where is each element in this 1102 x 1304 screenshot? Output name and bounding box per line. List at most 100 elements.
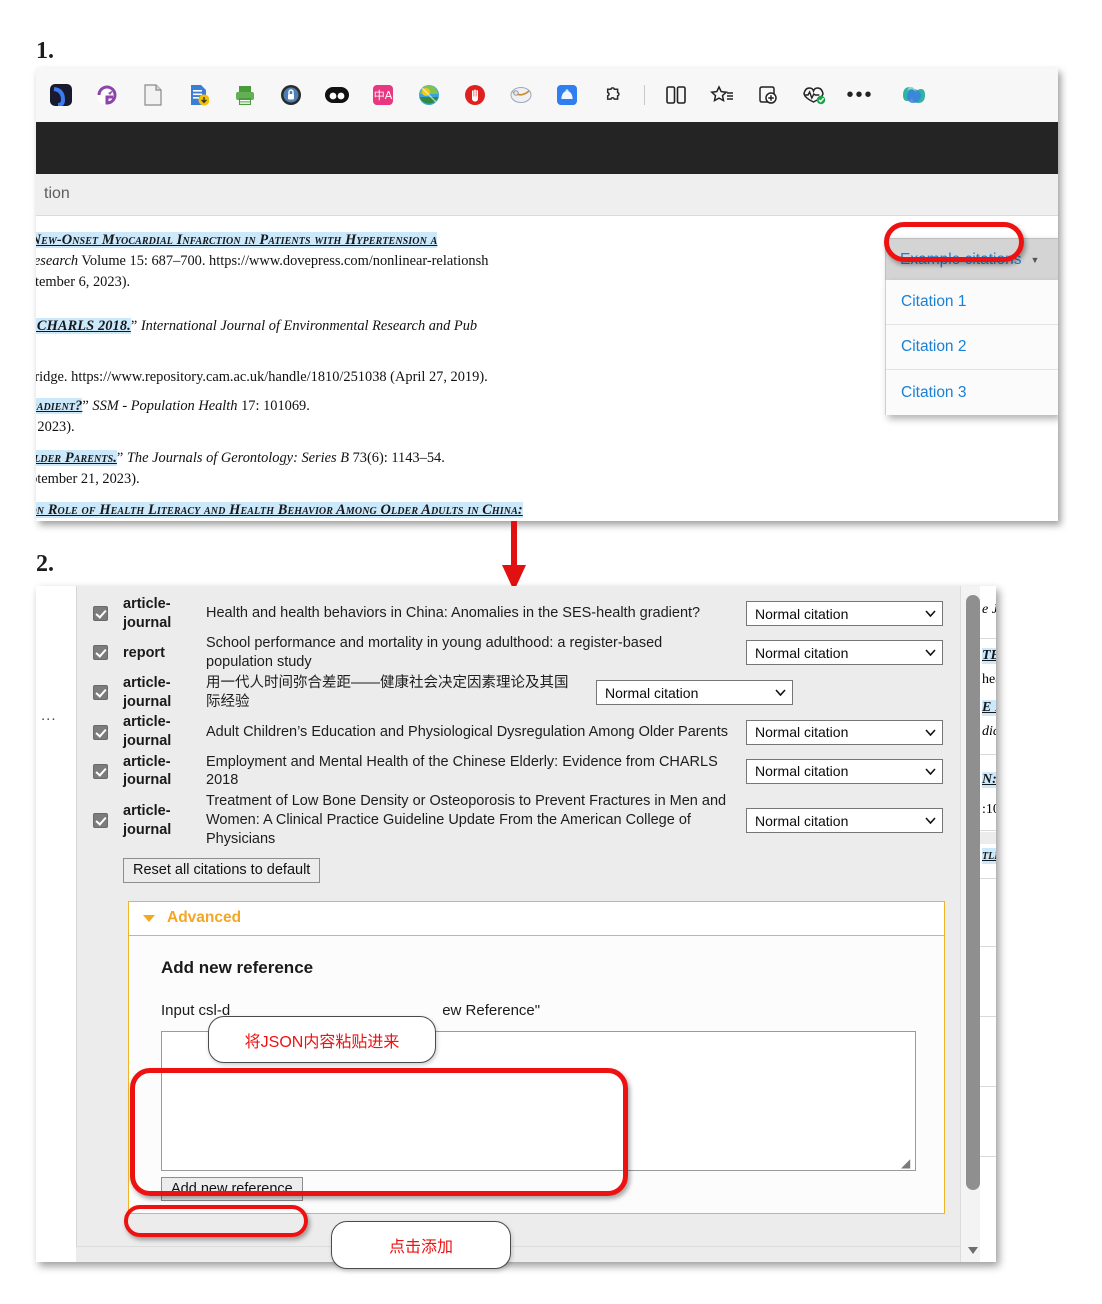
extension-blue-icon[interactable] xyxy=(38,75,84,115)
citation-title: Adult Children’s Education and Physiolog… xyxy=(206,723,729,740)
csl-input-hint-right: ew Reference" xyxy=(442,1001,541,1019)
reference-title[interactable]: hina: Anomalies in the SES-Health Gradie… xyxy=(36,398,83,414)
scrollbar-thumb[interactable] xyxy=(966,595,980,1190)
chevron-down-icon xyxy=(925,728,936,736)
chevron-down-icon xyxy=(925,768,936,775)
table-row: article-journal Employment and Mental He… xyxy=(77,752,960,792)
citation-mode-value: Normal citation xyxy=(605,684,699,701)
citation-checkbox[interactable] xyxy=(92,685,108,701)
advanced-header[interactable]: Advanced xyxy=(129,901,944,936)
citation-mode-cell: Normal citation xyxy=(746,640,960,666)
extensions-puzzle-icon[interactable] xyxy=(590,75,636,115)
print-green-icon[interactable] xyxy=(222,75,268,115)
doc-fragment: tle (va xyxy=(982,848,996,864)
citation-checkbox[interactable] xyxy=(92,645,108,661)
citation-checkbox[interactable] xyxy=(92,724,108,740)
document-download-icon[interactable] xyxy=(176,75,222,115)
citation-mode-select[interactable]: Normal citation xyxy=(746,719,943,745)
collections-add-icon[interactable] xyxy=(745,75,791,115)
split-screen-icon[interactable] xyxy=(653,75,699,115)
advanced-body: Add new reference Input csl-d ew Referenc… xyxy=(129,935,944,1213)
resize-grip-icon[interactable]: ◢ xyxy=(901,1157,913,1169)
table-row: report School performance and mortality … xyxy=(77,633,960,673)
reference-line2: ontology/article/73/6/1143/3746257 (Sept… xyxy=(36,470,140,487)
reference-title[interactable]: f the Chinese Elderly: Evidence from CHA… xyxy=(36,318,131,334)
citation-title: Health and health behaviors in China: An… xyxy=(206,605,701,622)
screenshot-root: 1. 2. 中A ••• tion New-Onset Myocardial I… xyxy=(0,0,1102,1304)
step-label-2: 2. xyxy=(36,551,54,577)
window-left-gutter: ... xyxy=(36,586,76,1262)
citation-rows-table: article-journal Health and health behavi… xyxy=(77,586,960,1214)
dual-dots-icon[interactable] xyxy=(314,75,360,115)
citation-mode-select[interactable]: Normal citation xyxy=(596,680,793,706)
zotero-connector-icon[interactable] xyxy=(498,75,544,115)
citation-mode-value: Normal citation xyxy=(755,812,849,829)
doc-fragment: dical xyxy=(982,724,996,739)
reference-title[interactable]: Chinese Visceral Adiposity Index and New… xyxy=(36,232,438,248)
red-down-arrow-icon xyxy=(502,521,526,591)
translate-cn-icon[interactable]: 中A xyxy=(360,75,406,115)
example-citations-dropdown-button[interactable]: Example citations ▼ xyxy=(885,238,1058,280)
advanced-label: Advanced xyxy=(167,909,242,927)
reset-all-citations-button[interactable]: Reset all citations to default xyxy=(123,857,321,883)
reader-person-icon[interactable] xyxy=(544,75,590,115)
reference-journal: Journal of Inflammation Research xyxy=(36,252,79,269)
citation-settings-window: ... article-journal Health and health be… xyxy=(36,586,996,1262)
more-options-icon[interactable]: ••• xyxy=(837,75,883,115)
citation-mode-select[interactable]: Normal citation xyxy=(746,758,943,784)
citation-mode-value: Normal citation xyxy=(755,724,849,741)
doc-fragment: E PR xyxy=(982,700,996,716)
add-new-reference-button[interactable]: Add new reference xyxy=(161,1176,303,1201)
citation-mode-cell: Normal citation xyxy=(746,758,960,784)
triangle-down-icon xyxy=(143,914,155,922)
doc-divider xyxy=(980,1086,996,1087)
doc-fragment: :10.7 xyxy=(982,802,996,817)
grammarly-icon[interactable] xyxy=(84,75,130,115)
citation-mode-value: Normal citation xyxy=(755,644,849,661)
citation-title: School performance and mortality in youn… xyxy=(206,635,663,670)
horizontal-scrollbar[interactable] xyxy=(76,1246,960,1262)
reference-detail: Volume 15: 687–700. https://www.dovepres… xyxy=(78,252,489,269)
doc-divider xyxy=(980,1156,996,1157)
internet-download-manager-icon[interactable] xyxy=(406,75,452,115)
citation-type: article-journal xyxy=(123,714,172,750)
document-preview-strip: e Jou TERA health E PR dical N: A :10.7 … xyxy=(980,586,996,1262)
reference-title[interactable]: Health and Frailty With the Mediation Ro… xyxy=(36,502,523,518)
citation-mode-select[interactable]: Normal citation xyxy=(746,808,943,834)
reference-journal: International Journal of Environmental R… xyxy=(140,318,478,334)
citation-mode-select[interactable]: Normal citation xyxy=(746,601,943,627)
copilot-icon[interactable] xyxy=(889,75,935,115)
browser-essentials-icon[interactable] xyxy=(791,75,837,115)
doc-divider xyxy=(980,946,996,947)
doc-fragment: N: A xyxy=(982,772,996,788)
menu-item-citation-1[interactable]: Citation 1 xyxy=(886,280,1058,325)
reference-line2: pii/S2352827322000489 (September 12, 202… xyxy=(36,418,75,435)
doc-fragment: e Jou xyxy=(982,602,996,617)
reference-title[interactable]: Physiological Dysregulation Among Older … xyxy=(36,450,117,466)
doc-fragment: health xyxy=(982,672,996,687)
scroll-down-arrow-icon[interactable] xyxy=(968,1247,978,1254)
menu-item-citation-2[interactable]: Citation 2 xyxy=(886,325,1058,370)
doc-divider xyxy=(980,1016,996,1017)
citation-checkbox[interactable] xyxy=(92,606,108,622)
citation-checkbox[interactable] xyxy=(92,763,108,779)
row-checkbox-cell xyxy=(77,685,123,701)
citation-settings-panel: article-journal Health and health behavi… xyxy=(76,586,960,1262)
citation-checkbox[interactable] xyxy=(92,813,108,829)
citation-mode-value: Normal citation xyxy=(755,605,849,622)
document-icon[interactable] xyxy=(130,75,176,115)
row-checkbox-cell xyxy=(77,724,123,740)
page-section-header: tion xyxy=(36,174,1058,216)
doc-divider xyxy=(980,754,996,755)
citation-mode-cell: Normal citation xyxy=(746,808,960,834)
lock-circle-icon[interactable] xyxy=(268,75,314,115)
chevron-down-icon xyxy=(925,649,936,657)
step-label-1: 1. xyxy=(36,38,54,64)
doc-divider xyxy=(980,878,996,879)
adblock-icon[interactable] xyxy=(452,75,498,115)
menu-item-citation-3[interactable]: Citation 3 xyxy=(886,370,1058,415)
favorites-star-icon[interactable] xyxy=(699,75,745,115)
reset-button-wrap: Reset all citations to default xyxy=(77,850,960,883)
citation-mode-select[interactable]: Normal citation xyxy=(746,640,943,666)
citation-type: article-journal xyxy=(123,802,172,838)
